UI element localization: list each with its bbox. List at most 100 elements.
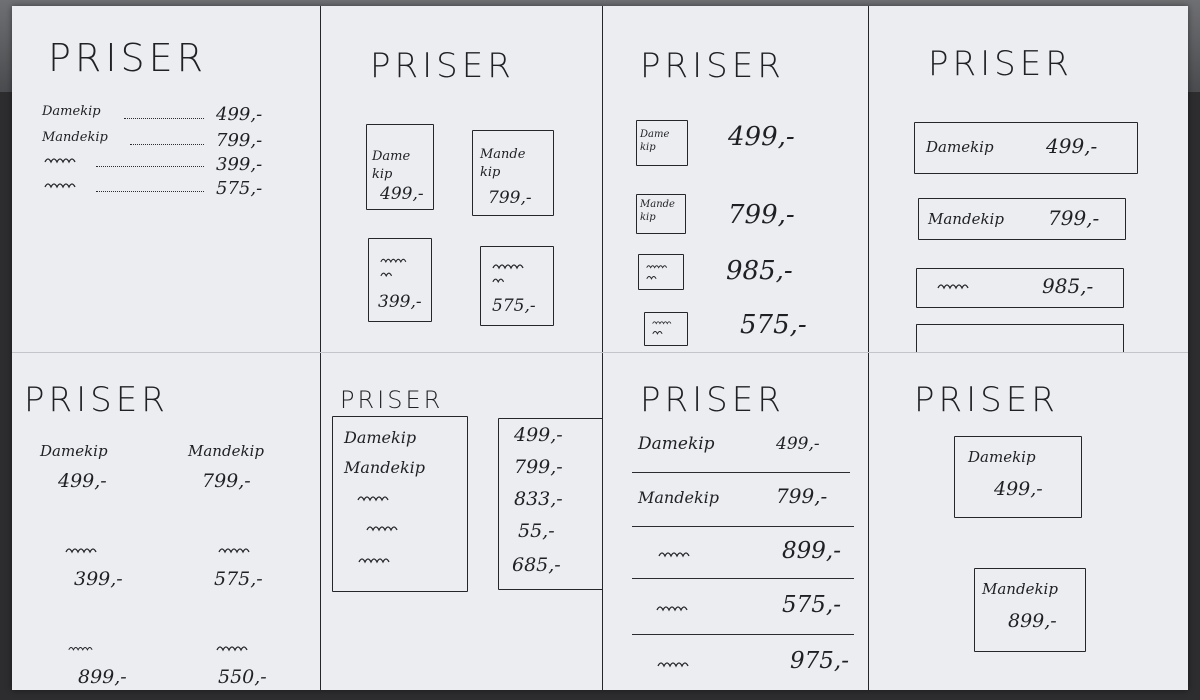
placeholder-scribble [492, 278, 505, 284]
card-label: Mande kip [480, 147, 526, 180]
row-price: 499,- [776, 434, 820, 454]
placeholder-scribble [44, 158, 76, 164]
row-price: 399,- [216, 154, 263, 175]
panel-title: PRISER [370, 46, 515, 86]
column-price: 799,- [514, 456, 563, 478]
card-price: 499,- [380, 184, 424, 204]
item-label: Damekip [40, 442, 108, 460]
card-price: 899,- [1008, 610, 1057, 632]
placeholder-scribble [652, 330, 663, 335]
placeholder-scribble [657, 662, 689, 668]
placeholder-scribble [68, 646, 93, 651]
placeholder-scribble [937, 284, 969, 290]
placeholder-scribble [44, 183, 76, 189]
paper-sheet: PRISER Damekip 499,- Mandekip 799,- 399,… [12, 6, 1188, 690]
row-divider [632, 578, 854, 579]
panel-title: PRISER [48, 36, 208, 80]
photo-stage: PRISER Damekip 499,- Mandekip 799,- 399,… [0, 0, 1200, 700]
card-label: Damekip [968, 448, 1036, 466]
card-label: Mandekip [982, 580, 1058, 598]
row-price: 575,- [216, 178, 263, 199]
thumb-label: Mande kip [640, 199, 675, 223]
row-price: 899,- [782, 538, 841, 564]
placeholder-scribble [366, 526, 398, 532]
dot-leader [96, 191, 204, 192]
item-price: 799,- [202, 470, 251, 492]
dot-leader [96, 166, 204, 167]
sketch-panel-4: PRISER Damekip 499,- Mandekip 799,- 985,… [870, 6, 1188, 352]
row-price: 985,- [726, 256, 793, 286]
row-price: 499,- [728, 122, 795, 152]
item-price: 575,- [214, 568, 263, 590]
card-price: 399,- [378, 292, 422, 312]
placeholder-scribble [656, 606, 688, 612]
card-price: 575,- [492, 296, 536, 316]
row-price: 499,- [1046, 134, 1098, 158]
panel-title: PRISER [340, 386, 444, 414]
row-price: 499,- [216, 104, 263, 125]
column-label: Damekip [344, 428, 417, 447]
sketch-panel-3: PRISER Dame kip 499,- Mande kip 799,- 98… [604, 6, 866, 352]
card-label: Dame kip [372, 149, 411, 182]
row-divider [632, 526, 854, 527]
row-label: Mandekip [638, 488, 719, 507]
item-price: 899,- [78, 666, 127, 688]
panel-title: PRISER [928, 44, 1073, 84]
row-price: 799,- [776, 484, 828, 508]
item-price: 499,- [58, 470, 107, 492]
row-label: Damekip [42, 104, 101, 119]
row-price: 799,- [1048, 206, 1100, 230]
column-price: 685,- [512, 554, 561, 576]
row-label: Mandekip [42, 130, 108, 145]
placeholder-scribble [380, 272, 393, 278]
item-label: Mandekip [188, 442, 264, 460]
row-price: 575,- [782, 592, 841, 618]
sketch-panel-1: PRISER Damekip 499,- Mandekip 799,- 399,… [12, 6, 318, 352]
sketch-panel-6: PRISER Damekip Mandekip 499,- 799,- 833,… [322, 354, 602, 690]
placeholder-scribble [358, 558, 390, 564]
column-price: 833,- [514, 488, 563, 510]
placeholder-scribble [218, 548, 250, 554]
column-label: Mandekip [344, 458, 425, 477]
item-price: 550,- [218, 666, 267, 688]
panel-title: PRISER [24, 380, 169, 420]
row-label: Damekip [926, 138, 994, 156]
fold-line-2 [602, 6, 603, 690]
row-divider [632, 472, 850, 473]
card-price: 799,- [488, 188, 532, 208]
row-label: Mandekip [928, 210, 1004, 228]
column-price: 55,- [518, 520, 555, 542]
dot-leader [130, 144, 204, 145]
placeholder-scribble [65, 548, 97, 554]
sketch-panel-2: PRISER Dame kip 499,- Mande kip 799,- 39… [322, 6, 602, 352]
price-row-box [916, 324, 1124, 352]
placeholder-scribble [646, 275, 657, 280]
row-price: 575,- [740, 310, 807, 340]
fold-line-horizontal [12, 352, 1188, 353]
icon-thumbnail [638, 254, 684, 290]
thumb-label: Dame kip [640, 129, 670, 153]
sketch-panel-5: PRISER Damekip 499,- Mandekip 799,- 399,… [12, 354, 318, 690]
placeholder-scribble [380, 258, 407, 264]
row-price: 985,- [1042, 274, 1094, 298]
row-price: 975,- [790, 648, 849, 674]
row-price: 799,- [728, 200, 795, 230]
placeholder-scribble [216, 646, 248, 652]
placeholder-scribble [646, 265, 668, 269]
sketch-panel-8: PRISER Damekip 499,- Mandekip 899,- [870, 354, 1188, 690]
dot-leader [124, 118, 204, 119]
placeholder-scribble [492, 264, 524, 270]
panel-title: PRISER [640, 380, 785, 420]
placeholder-scribble [658, 552, 690, 558]
row-price: 799,- [216, 130, 263, 151]
placeholder-scribble [652, 321, 672, 325]
row-divider [632, 634, 854, 635]
item-price: 399,- [74, 568, 123, 590]
panel-title: PRISER [640, 46, 785, 86]
fold-line-1 [320, 6, 321, 690]
panel-title: PRISER [914, 380, 1059, 420]
sketch-panel-7: PRISER Damekip 499,- Mandekip 799,- 899,… [604, 354, 866, 690]
row-label: Damekip [638, 434, 715, 454]
fold-line-3 [868, 6, 869, 690]
column-price: 499,- [514, 424, 563, 446]
